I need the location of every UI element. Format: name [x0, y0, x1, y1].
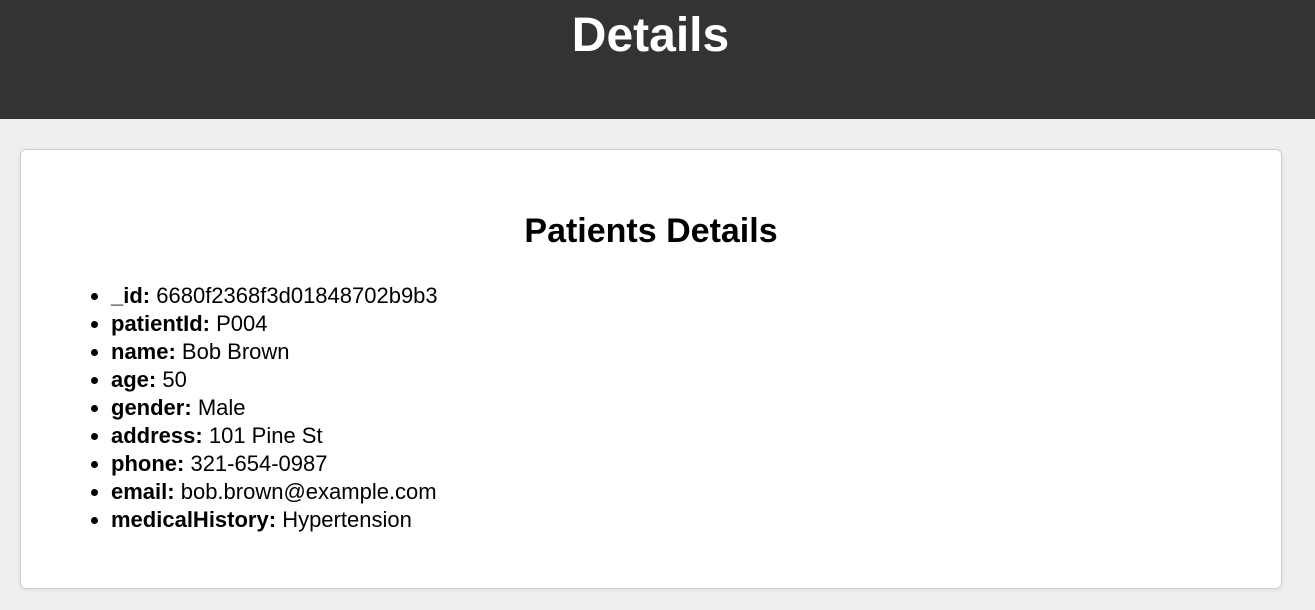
field-label: address:: [111, 423, 203, 448]
field-label: name:: [111, 339, 176, 364]
details-list: _id: 6680f2368f3d01848702b9b3 patientId:…: [91, 282, 438, 534]
page-title: Details: [571, 9, 730, 62]
list-item-patient-id: patientId: P004: [111, 310, 438, 338]
field-label: gender:: [111, 395, 192, 420]
field-label: age:: [111, 367, 157, 392]
list-item-gender: gender: Male: [111, 394, 438, 422]
field-value: Hypertension: [282, 507, 412, 532]
page-header: Details: [0, 0, 1315, 119]
field-value: Bob Brown: [181, 339, 290, 364]
field-label: _id:: [111, 283, 151, 308]
field-value: 6680f2368f3d01848702b9b3: [156, 283, 438, 308]
list-item-age: age: 50: [111, 366, 438, 394]
field-value: 50: [162, 367, 187, 392]
list-item-id: _id: 6680f2368f3d01848702b9b3: [111, 282, 438, 310]
list-item-address: address: 101 Pine St: [111, 422, 438, 450]
field-label: phone:: [111, 451, 185, 476]
field-label: patientId:: [111, 311, 210, 336]
field-value: Male: [197, 395, 246, 420]
card-heading: Patients Details: [524, 212, 778, 250]
details-card: Patients Details _id: 6680f2368f3d018487…: [20, 149, 1282, 589]
field-value: 101 Pine St: [208, 423, 323, 448]
field-value: bob.brown@example.com: [180, 479, 437, 504]
list-item-email: email: bob.brown@example.com: [111, 478, 438, 506]
field-value: P004: [216, 311, 268, 336]
field-value: 321-654-0987: [190, 451, 328, 476]
field-label: email:: [111, 479, 175, 504]
list-item-medical-history: medicalHistory: Hypertension: [111, 506, 438, 534]
field-label: medicalHistory:: [111, 507, 277, 532]
list-item-name: name: Bob Brown: [111, 338, 438, 366]
list-item-phone: phone: 321-654-0987: [111, 450, 438, 478]
